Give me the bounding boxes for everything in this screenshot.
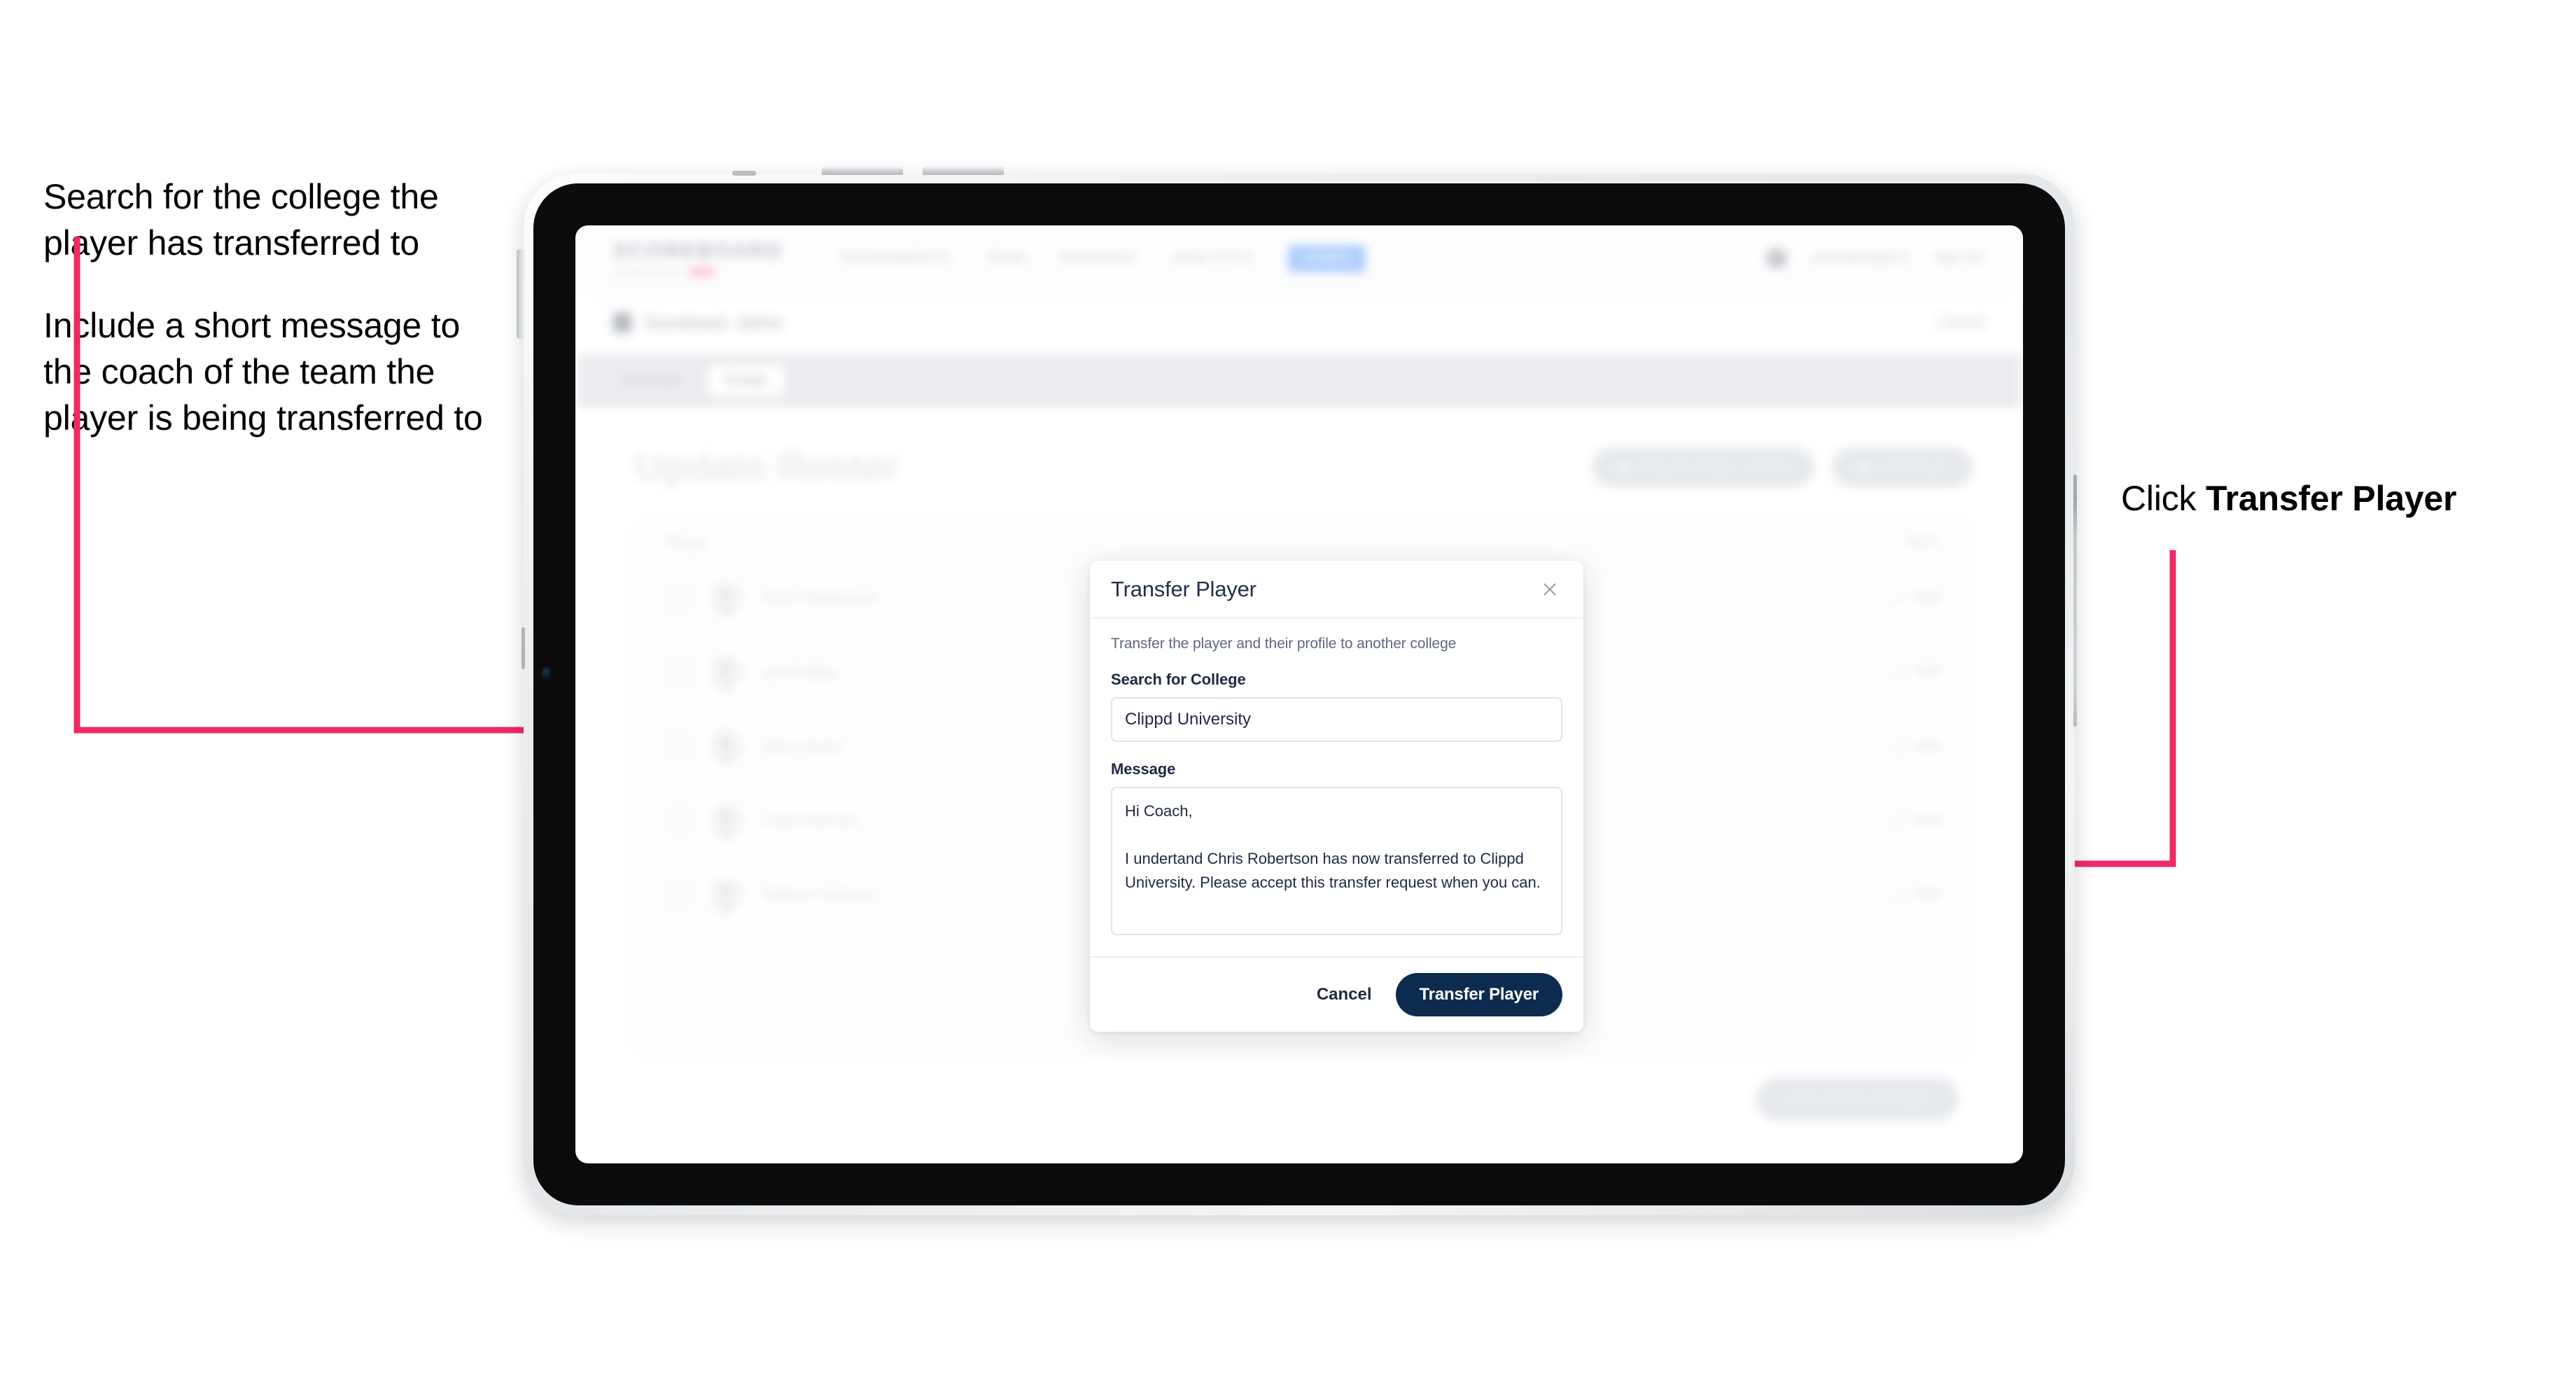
annotation-left-line-2: Include a short message to the coach of … [43, 306, 483, 438]
power-button[interactable] [517, 249, 525, 339]
dialog-title: Transfer Player [1111, 576, 1256, 601]
search-college-input[interactable]: Clippd University [1111, 697, 1562, 742]
tablet-device: SCOREBOARD POWERED BY TOURNAMENTS TEAM R… [517, 166, 2077, 1215]
annotation-right: Click Transfer Player [2121, 476, 2457, 522]
volume-up-button[interactable] [822, 166, 903, 175]
right-edge-accent [2073, 496, 2077, 727]
screenshot-root: Search for the college the player has tr… [0, 0, 2576, 1386]
front-camera-icon [542, 666, 551, 680]
volume-down-button[interactable] [923, 166, 1004, 175]
transfer-player-dialog: Transfer Player Transfer the player and … [1090, 561, 1583, 1032]
dialog-body: Transfer the player and their profile to… [1090, 619, 1583, 956]
dialog-footer: Cancel Transfer Player [1090, 956, 1583, 1032]
college-field-label: Search for College [1111, 671, 1246, 688]
modal-layer: Transfer Player Transfer the player and … [575, 225, 2023, 1163]
dialog-description: Transfer the player and their profile to… [1111, 636, 1457, 652]
dialog-header: Transfer Player [1090, 561, 1583, 619]
microphone-port [732, 171, 756, 176]
annotation-left: Search for the college the player has tr… [43, 174, 491, 441]
transfer-player-button[interactable]: Transfer Player [1395, 973, 1562, 1016]
close-icon[interactable] [1537, 577, 1562, 602]
left-edge-nub [522, 627, 525, 669]
message-textarea[interactable]: Hi Coach, I undertand Chris Robertson ha… [1111, 787, 1562, 935]
annotation-left-line-1: Search for the college the player has tr… [43, 177, 439, 262]
device-screen: SCOREBOARD POWERED BY TOURNAMENTS TEAM R… [575, 225, 2023, 1163]
cancel-button[interactable]: Cancel [1312, 978, 1376, 1011]
annotation-right-bold: Transfer Player [2206, 479, 2457, 518]
annotation-right-prefix: Click [2121, 479, 2206, 518]
message-field-label: Message [1111, 760, 1176, 778]
